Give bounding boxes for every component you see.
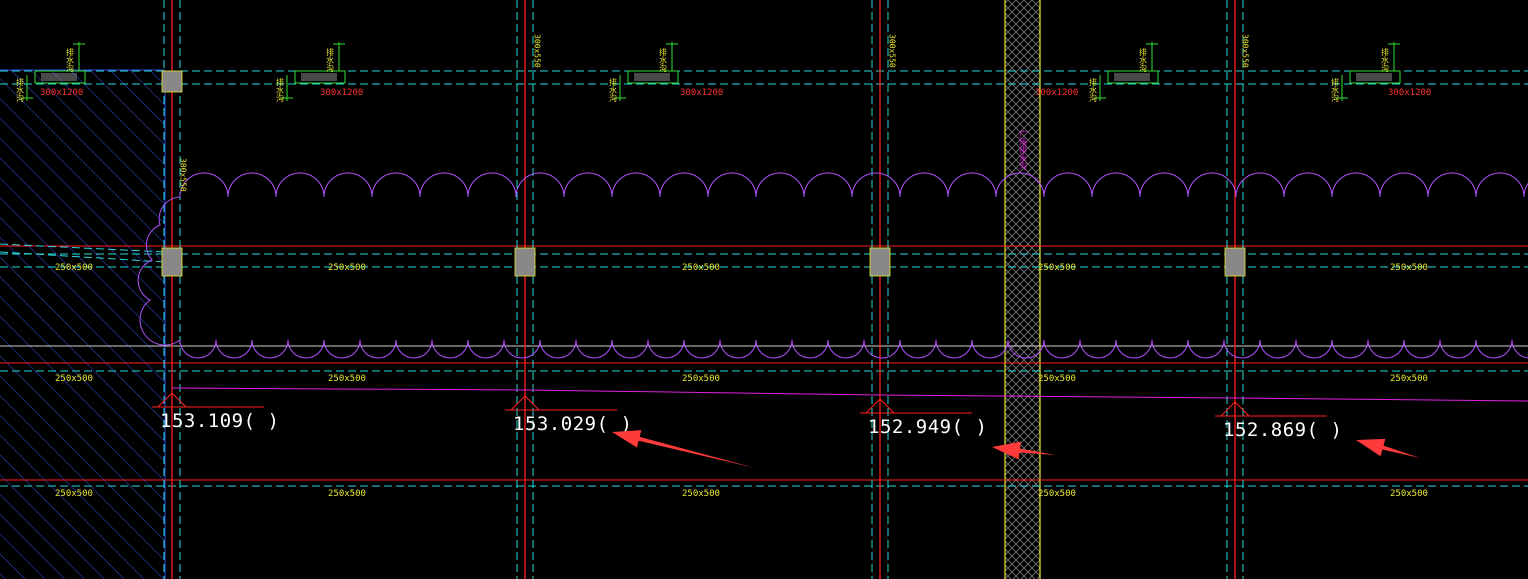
column-size-label: 300x550 bbox=[533, 34, 542, 68]
cloud-edge bbox=[179, 339, 1528, 359]
beam-size-label: 300x1200 bbox=[680, 88, 723, 98]
beam-size-label-row: 250x500 bbox=[55, 489, 93, 499]
beam-size-label-row: 250x500 bbox=[1390, 263, 1428, 273]
beam-size-label-row: 250x500 bbox=[328, 263, 366, 273]
beam-size-label-row: 250x500 bbox=[328, 489, 366, 499]
elevation-label: 153.029( ) bbox=[513, 413, 632, 435]
beam-size-label-row: 250x500 bbox=[55, 263, 93, 273]
column-top-left bbox=[161, 70, 183, 93]
beam-size-label: 300x1200 bbox=[40, 88, 83, 98]
drainage-note: 广场排水沟 bbox=[1019, 129, 1028, 171]
beam-size-label-row: 250x500 bbox=[1390, 489, 1428, 499]
drain-symbol-fill bbox=[41, 73, 77, 81]
beam-size-label-row: 250x500 bbox=[1038, 374, 1076, 384]
column-size-label: 300x550 bbox=[1241, 34, 1250, 68]
column-4 bbox=[1224, 247, 1246, 277]
slope-line bbox=[171, 387, 1528, 402]
drain-symbol-label: 排水沟 bbox=[1381, 47, 1390, 73]
column-size-label: 300x550 bbox=[888, 34, 897, 68]
drain-symbol-label-left: 排水沟 bbox=[276, 77, 285, 103]
drain-symbol-fill bbox=[301, 73, 337, 81]
beam-size-label-row: 250x500 bbox=[55, 374, 93, 384]
column-3 bbox=[869, 247, 891, 277]
drain-symbol-fill bbox=[1356, 73, 1392, 81]
drain-symbol-label-left: 排水沟 bbox=[1089, 77, 1098, 103]
beam-size-label-row: 250x500 bbox=[682, 489, 720, 499]
cad-drawing-svg[interactable]: 排水沟排水沟排水沟排水沟排水沟排水沟排水沟排水沟排水沟排水沟 300x1200 3… bbox=[0, 0, 1528, 579]
column-size-label: 300x550 bbox=[179, 158, 188, 192]
beam-size-label-row: 250x500 bbox=[1038, 489, 1076, 499]
beam-size-label: 300x1200 bbox=[320, 88, 363, 98]
beam-size-label-row: 250x500 bbox=[328, 374, 366, 384]
cad-drawing-canvas[interactable]: 排水沟 排水沟 排水沟 排水沟 排水沟 排水沟 排水沟 排水沟 排水沟 排水沟 300x1200 3… bbox=[0, 0, 1528, 579]
beam-size-label-row: 250x500 bbox=[682, 263, 720, 273]
elevation-label: 152.869( ) bbox=[1223, 419, 1342, 441]
beam-size-label-row: 250x500 bbox=[1038, 263, 1076, 273]
beam-size-label-row: 250x500 bbox=[1390, 374, 1428, 384]
drain-symbol-label-left: 排水沟 bbox=[1331, 77, 1340, 103]
drain-symbol-label: 排水沟 bbox=[659, 47, 668, 73]
column-1 bbox=[161, 247, 183, 277]
drain-symbol-fill bbox=[634, 73, 670, 81]
drain-symbol-label: 排水沟 bbox=[66, 47, 75, 73]
red-arrow bbox=[612, 430, 755, 468]
elevation-markers: 153.109( ) 153.029( ) 152.949( ) 152.869( ) bbox=[152, 392, 1342, 441]
beam-size-label: 300x1200 bbox=[1388, 88, 1431, 98]
drain-symbol-label: 排水沟 bbox=[1139, 47, 1148, 73]
columns bbox=[161, 70, 1246, 277]
beam-size-label-row: 250x500 bbox=[682, 374, 720, 384]
cloud-edge bbox=[179, 172, 1528, 198]
drain-symbol-label-left: 排水沟 bbox=[609, 77, 618, 103]
drain-symbol-fill bbox=[1114, 73, 1150, 81]
column-2 bbox=[514, 247, 536, 277]
drainage-band bbox=[1005, 0, 1040, 579]
elevation-label: 153.109( ) bbox=[160, 410, 279, 432]
elevation-label: 152.949( ) bbox=[868, 416, 987, 438]
beam-size-label: 300x1200 bbox=[1035, 88, 1078, 98]
drain-symbol-label-left: 排水沟 bbox=[16, 77, 25, 103]
drain-symbol-label: 排水沟 bbox=[326, 47, 335, 73]
red-arrow bbox=[1356, 438, 1420, 458]
